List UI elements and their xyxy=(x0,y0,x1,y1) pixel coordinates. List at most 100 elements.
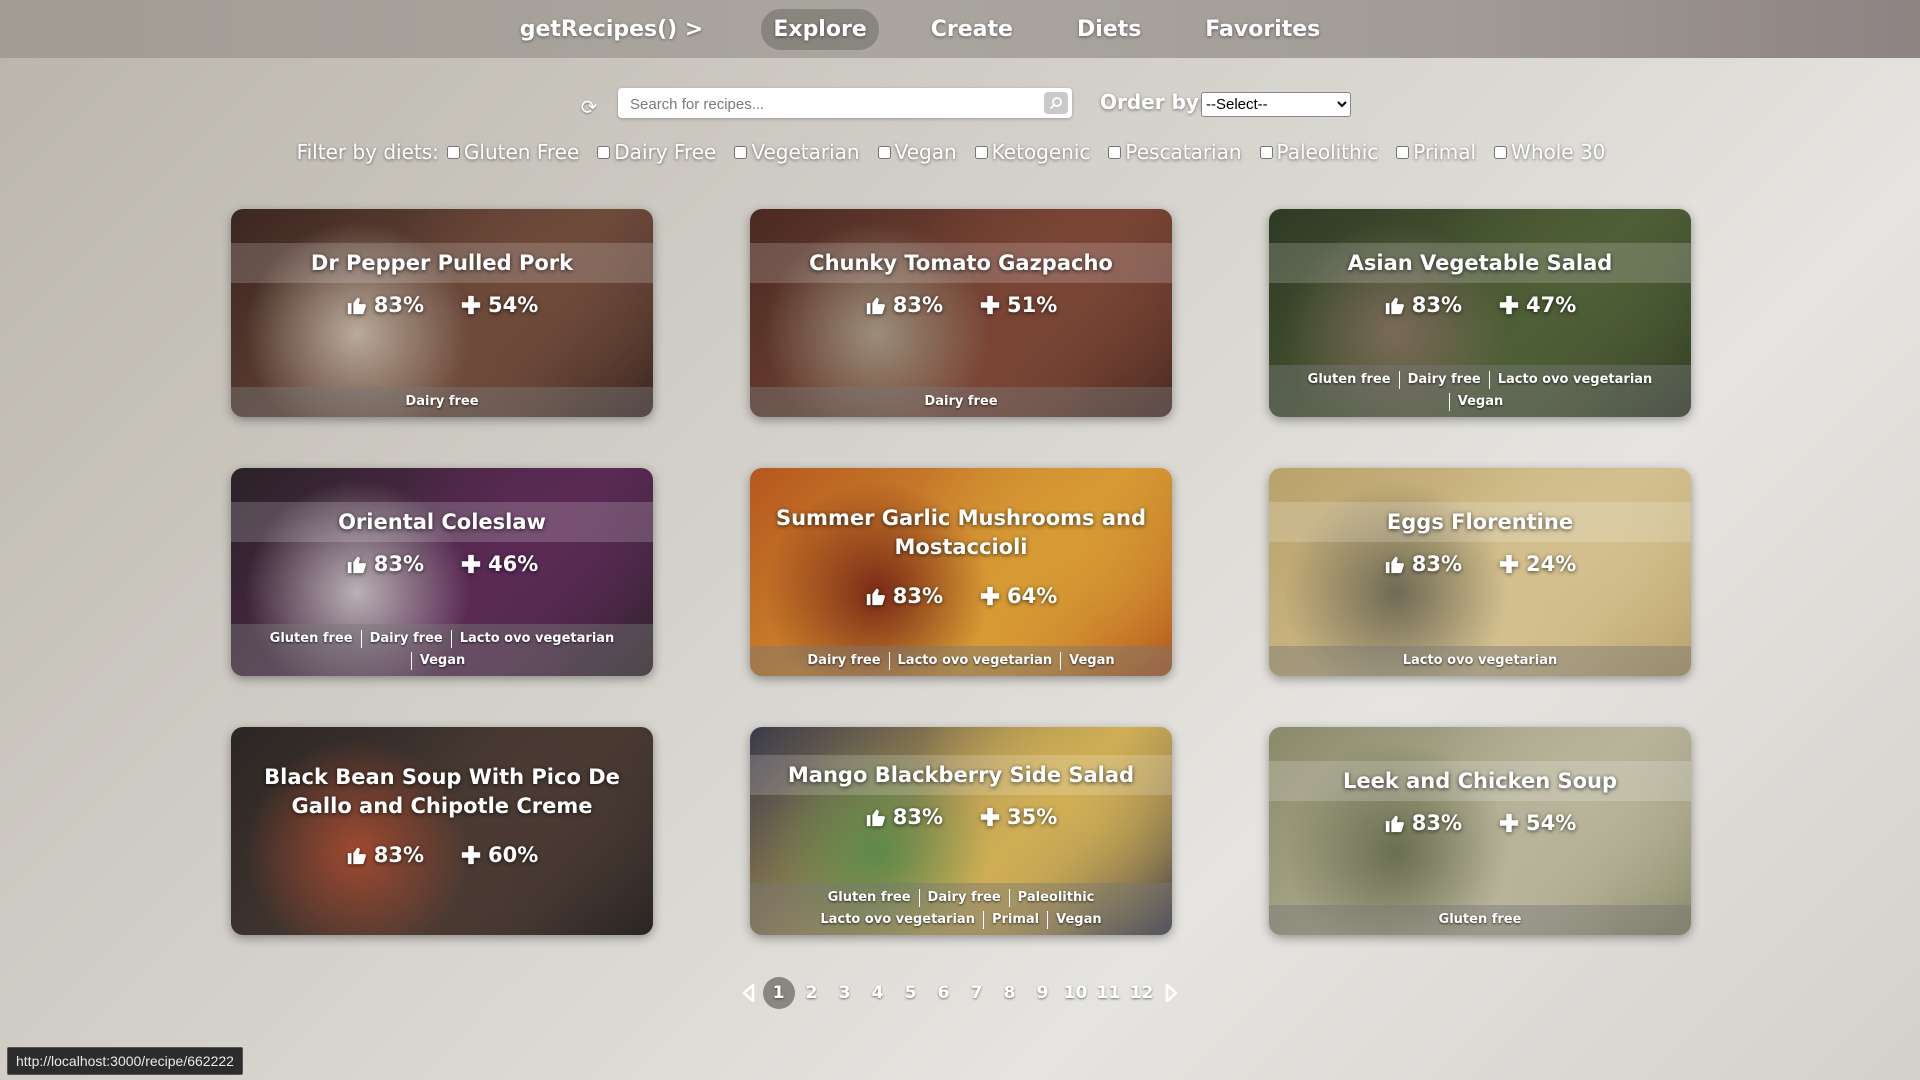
filter-checkbox[interactable] xyxy=(1259,145,1273,159)
likes-value: 83% xyxy=(1411,552,1462,576)
diet-tag: Gluten free xyxy=(269,631,353,646)
recipe-card[interactable]: Oriental Coleslaw 83% 46% Gluten free Dairy … xyxy=(231,468,653,676)
refresh-icon[interactable]: ⟳ xyxy=(578,96,600,118)
nav-favorites[interactable]: Favorites xyxy=(1193,9,1332,50)
diet-tag: Primal xyxy=(982,911,1047,929)
diet-tag: Gluten free xyxy=(1307,372,1391,387)
nav-brand[interactable]: getRecipes() > xyxy=(508,9,716,50)
filter-whole-30[interactable]: Whole 30 xyxy=(1494,140,1605,164)
page-number[interactable]: 7 xyxy=(961,977,993,1009)
likes-value: 83% xyxy=(1411,293,1462,317)
filter-checkbox[interactable] xyxy=(974,145,988,159)
nav-create[interactable]: Create xyxy=(919,9,1025,50)
filter-checkbox[interactable] xyxy=(734,145,748,159)
recipe-diets: Dairy free xyxy=(231,387,653,417)
status-url: http://localhost:3000/recipe/662222 xyxy=(7,1047,243,1075)
recipe-card[interactable]: Mango Blackberry Side Salad 83% 35% Gluten … xyxy=(750,727,1172,935)
recipe-stats: 83% 54% xyxy=(1269,807,1691,839)
search-input[interactable] xyxy=(628,92,1032,116)
filter-checkbox[interactable] xyxy=(446,145,460,159)
thumbs-up-icon xyxy=(1385,815,1404,833)
filter-option-label: Pescatarian xyxy=(1125,140,1242,164)
search-box xyxy=(618,88,1072,118)
health-value: 46% xyxy=(488,552,539,576)
health-plus-icon xyxy=(461,845,481,865)
recipe-title: Leek and Chicken Soup xyxy=(1269,761,1691,801)
thumbs-up-icon xyxy=(347,297,366,315)
order-by-select[interactable]: --Select-- xyxy=(1201,92,1351,117)
page-number[interactable]: 12 xyxy=(1126,977,1158,1009)
diet-tag: Dairy free xyxy=(360,630,451,648)
search-controls: ⟳ Order by: --Select-- xyxy=(0,86,1920,126)
diet-filters: Filter by diets: Gluten Free Dairy Free … xyxy=(0,140,1920,164)
filter-ketogenic[interactable]: Ketogenic xyxy=(974,140,1090,164)
likes-value: 83% xyxy=(892,293,943,317)
filter-gluten-free[interactable]: Gluten Free xyxy=(446,140,579,164)
filter-vegan[interactable]: Vegan xyxy=(877,140,957,164)
filter-pescatarian[interactable]: Pescatarian xyxy=(1108,140,1242,164)
filter-dairy-free[interactable]: Dairy Free xyxy=(597,140,716,164)
filter-checkbox[interactable] xyxy=(1494,145,1508,159)
page-number[interactable]: 5 xyxy=(895,977,927,1009)
health-plus-icon xyxy=(1499,813,1519,833)
recipe-card[interactable]: Chunky Tomato Gazpacho 83% 51% Dairy free xyxy=(750,209,1172,417)
page-number[interactable]: 11 xyxy=(1093,977,1125,1009)
recipe-card[interactable]: Black Bean Soup With Pico De Gallo and C… xyxy=(231,727,653,935)
page-number[interactable]: 4 xyxy=(862,977,894,1009)
page-number[interactable]: 10 xyxy=(1060,977,1092,1009)
likes-value: 83% xyxy=(373,552,424,576)
likes-value: 83% xyxy=(892,584,943,608)
recipe-stats: 83% 46% xyxy=(231,548,653,580)
filter-vegetarian[interactable]: Vegetarian xyxy=(734,140,860,164)
recipe-title: Eggs Florentine xyxy=(1269,502,1691,542)
nav-explore[interactable]: Explore xyxy=(761,8,879,50)
filter-checkbox[interactable] xyxy=(597,145,611,159)
health-stat: 51% xyxy=(979,293,1057,317)
recipe-title: Black Bean Soup With Pico De Gallo and C… xyxy=(264,765,620,818)
filter-option-label: Whole 30 xyxy=(1511,140,1606,164)
page-number[interactable]: 1 xyxy=(762,977,795,1009)
diet-tag: Vegan xyxy=(410,652,474,670)
filter-option-label: Paleolithic xyxy=(1276,140,1379,164)
recipe-card[interactable]: Eggs Florentine 83% 24% Lacto ovo vegetaria… xyxy=(1269,468,1691,676)
likes-stat: 83% xyxy=(865,805,943,829)
filter-paleolithic[interactable]: Paleolithic xyxy=(1259,140,1379,164)
recipe-stats: 83% 54% xyxy=(231,289,653,321)
recipe-stats: 83% 51% xyxy=(750,289,1172,321)
health-plus-icon xyxy=(980,295,1000,315)
thumbs-up-icon xyxy=(1385,297,1404,315)
health-value: 54% xyxy=(488,293,539,317)
pagination: 1 2 3 4 5 6 7 8 9 10 11 12 xyxy=(0,977,1920,1009)
filter-checkbox[interactable] xyxy=(1108,145,1122,159)
prev-page-icon[interactable] xyxy=(734,977,762,1009)
likes-stat: 83% xyxy=(865,293,943,317)
page-number[interactable]: 8 xyxy=(994,977,1026,1009)
recipe-card[interactable]: Summer Garlic Mushrooms and Mostaccioli 8… xyxy=(750,468,1172,676)
search-button[interactable] xyxy=(1044,92,1068,114)
health-value: 47% xyxy=(1526,293,1577,317)
health-plus-icon xyxy=(461,554,481,574)
recipe-stats: 83% 35% xyxy=(750,801,1172,833)
health-plus-icon xyxy=(461,295,481,315)
filter-primal[interactable]: Primal xyxy=(1396,140,1476,164)
next-page-icon[interactable] xyxy=(1158,977,1186,1009)
health-value: 24% xyxy=(1526,552,1577,576)
health-plus-icon xyxy=(980,586,1000,606)
recipe-stats: 83% 47% xyxy=(1269,289,1691,321)
diet-tag: Dairy free xyxy=(918,889,1009,907)
filter-checkbox[interactable] xyxy=(877,145,891,159)
recipe-title: Asian Vegetable Salad xyxy=(1269,243,1691,283)
recipe-card[interactable]: Dr Pepper Pulled Pork 83% 54% Dairy free xyxy=(231,209,653,417)
page-number[interactable]: 6 xyxy=(928,977,960,1009)
recipe-card[interactable]: Asian Vegetable Salad 83% 47% Gluten free Da… xyxy=(1269,209,1691,417)
page-number[interactable]: 2 xyxy=(796,977,828,1009)
page-number[interactable]: 3 xyxy=(829,977,861,1009)
filter-checkbox[interactable] xyxy=(1396,145,1410,159)
recipe-title: Mango Blackberry Side Salad xyxy=(750,755,1172,795)
recipe-diets: Gluten free Dairy free Paleolithic Lacto ov… xyxy=(750,883,1172,935)
likes-stat: 83% xyxy=(1384,552,1462,576)
nav-diets[interactable]: Diets xyxy=(1065,9,1153,50)
page-number[interactable]: 9 xyxy=(1027,977,1059,1009)
health-plus-icon xyxy=(1499,554,1519,574)
recipe-card[interactable]: Leek and Chicken Soup 83% 54% Gluten free xyxy=(1269,727,1691,935)
